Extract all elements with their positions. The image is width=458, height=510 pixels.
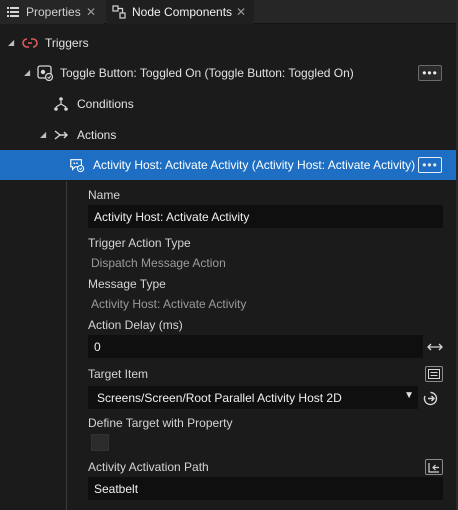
conditions-icon	[53, 96, 69, 112]
name-field[interactable]: Activity Host: Activate Activity	[88, 205, 443, 228]
tab-bar: Properties ✕ Node Components ✕	[0, 0, 458, 24]
action-delay-label: Action Delay (ms)	[88, 318, 183, 332]
trigger-action-type-label: Trigger Action Type	[88, 236, 191, 250]
conditions-label: Conditions	[77, 96, 134, 111]
actions-label: Actions	[77, 127, 117, 142]
message-type-value: Activity Host: Activate Activity	[91, 297, 247, 311]
close-icon[interactable]: ✕	[234, 5, 248, 19]
expand-arrow-icon[interactable]: ◢	[24, 68, 30, 77]
expand-arrow-icon[interactable]: ◢	[8, 38, 14, 47]
trigger-action-type-value: Dispatch Message Action	[91, 256, 226, 270]
target-item-value: Screens/Screen/Root Parallel Activity Ho…	[97, 390, 342, 405]
target-item-select[interactable]: Screens/Screen/Root Parallel Activity Ho…	[88, 386, 418, 409]
tree-row-actions[interactable]: ◢ Actions	[0, 119, 458, 150]
toggle-trigger-icon	[37, 64, 53, 81]
tab-properties-label: Properties	[26, 5, 81, 19]
target-item-label: Target Item	[88, 367, 149, 381]
close-icon[interactable]: ✕	[84, 5, 98, 19]
triggers-label: Triggers	[45, 35, 89, 50]
tree-row-conditions[interactable]: Conditions	[0, 88, 458, 119]
more-options-button[interactable]: •••	[418, 157, 442, 173]
chevron-down-icon[interactable]: ▼	[404, 390, 414, 401]
toggle-button-label: Toggle Button: Toggled On (Toggle Button…	[60, 65, 354, 80]
tab-node-components[interactable]: Node Components ✕	[106, 0, 254, 24]
tree-row-activate-activity[interactable]: Activity Host: Activate Activity (Activi…	[0, 150, 458, 180]
go-to-target-icon[interactable]	[422, 390, 438, 406]
more-options-button[interactable]: •••	[418, 64, 442, 81]
name-label: Name	[88, 188, 121, 202]
activation-path-label: Activity Activation Path	[88, 460, 209, 474]
actions-icon	[53, 127, 69, 143]
node-picker-icon[interactable]	[425, 366, 443, 382]
action-delay-field[interactable]: 0	[88, 335, 423, 358]
tree-row-triggers[interactable]: ◢ Triggers	[0, 27, 458, 58]
expand-arrow-icon[interactable]: ◢	[40, 130, 46, 139]
tree-row-toggle-button[interactable]: ◢ Toggle Button: Toggled On (Toggle Butt…	[0, 57, 458, 88]
message-action-icon	[69, 157, 85, 173]
activation-path-field[interactable]: Seatbelt	[88, 477, 443, 500]
bind-property-icon[interactable]	[425, 459, 443, 475]
tab-node-components-label: Node Components	[132, 5, 233, 19]
trigger-icon	[22, 35, 38, 51]
tab-properties[interactable]: Properties ✕	[0, 0, 104, 24]
message-type-label: Message Type	[88, 277, 166, 291]
define-target-checkbox[interactable]	[91, 434, 109, 451]
activate-activity-label: Activity Host: Activate Activity (Activi…	[93, 158, 416, 172]
list-icon	[6, 5, 20, 19]
drag-value-icon[interactable]	[426, 340, 444, 354]
define-target-label: Define Target with Property	[88, 416, 233, 430]
node-components-icon	[112, 5, 126, 19]
